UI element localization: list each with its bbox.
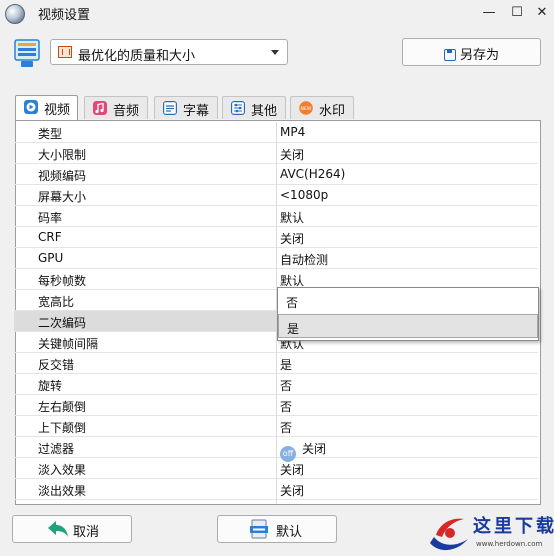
setting-value: 否 — [280, 379, 293, 393]
cancel-label: 取消 — [73, 525, 100, 540]
setting-value: 关闭 — [280, 484, 305, 498]
setting-value: MP4 — [280, 125, 306, 139]
save-icon — [443, 49, 456, 61]
watermark-logo: 这里下载 www.herdown.com — [426, 511, 554, 555]
music-icon — [93, 101, 107, 115]
setting-value: 关闭 — [280, 148, 305, 162]
setting-name: 上下颠倒 — [38, 421, 87, 435]
setting-value: AVC(H264) — [280, 167, 346, 181]
setting-name: 反交错 — [38, 358, 75, 372]
watermark-url: www.herdown.com — [476, 540, 543, 548]
setting-name: 视频编码 — [38, 169, 87, 183]
setting-name: 左右颠倒 — [38, 400, 87, 414]
setting-value: 默认 — [280, 211, 305, 225]
film-icon — [58, 46, 72, 58]
close-button[interactable]: ✕ — [530, 2, 554, 24]
setting-name: 类型 — [38, 127, 63, 141]
setting-name: 屏幕大小 — [38, 190, 87, 204]
chevron-down-icon — [271, 50, 279, 55]
setting-name: CRF — [38, 230, 62, 244]
setting-name: 淡出效果 — [38, 484, 87, 498]
tab-subtitle[interactable]: 字幕 — [154, 96, 218, 119]
subtitle-icon — [163, 101, 177, 115]
dropdown-option-no[interactable]: 否 — [278, 289, 538, 313]
setting-value: 关闭 — [280, 232, 305, 246]
setting-value: 否 — [280, 400, 293, 414]
tab-label: 其他 — [251, 104, 278, 119]
sliders-icon — [231, 101, 245, 115]
tab-label: 音频 — [113, 104, 140, 119]
watermark-title: 这里下载 — [473, 516, 554, 537]
setting-name: 码率 — [38, 211, 63, 225]
setting-value: 关闭 — [280, 463, 305, 477]
setting-name: 淡入效果 — [38, 463, 87, 477]
dropdown-option-yes[interactable]: 是 — [278, 314, 538, 338]
default-label: 默认 — [276, 525, 303, 540]
setting-value: <1080p — [280, 188, 329, 202]
setting-value: 关闭 — [302, 442, 327, 456]
setting-name: 旋转 — [38, 379, 63, 393]
setting-value: 是 — [280, 358, 293, 372]
save-as-button[interactable]: 另存为 — [402, 38, 541, 66]
tab-label: 水印 — [319, 104, 346, 119]
tab-video[interactable]: 视频 — [15, 95, 78, 120]
option-label: 否 — [286, 296, 299, 310]
maximize-button[interactable]: ☐ — [505, 2, 529, 24]
undo-arrow-icon — [48, 521, 68, 537]
preset-list-icon — [14, 39, 40, 67]
two-pass-dropdown-list: 否 是 — [277, 287, 539, 341]
video-icon — [24, 100, 38, 114]
tab-other[interactable]: 其他 — [222, 96, 286, 119]
save-as-label: 另存为 — [459, 48, 499, 63]
setting-name: 宽高比 — [38, 295, 75, 309]
setting-name: 大小限制 — [38, 148, 87, 162]
tab-watermark[interactable]: NEW 水印 — [290, 96, 354, 119]
window-title: 视频设置 — [38, 8, 91, 23]
tab-label: 视频 — [44, 103, 71, 118]
svg-text:NEW: NEW — [301, 106, 312, 112]
title-bar: 视频设置 — ☐ ✕ — [0, 0, 554, 26]
tab-label: 字幕 — [183, 104, 210, 119]
default-settings-icon — [250, 519, 268, 539]
new-badge-icon: NEW — [299, 101, 313, 115]
setting-name: 过滤器 — [38, 442, 75, 456]
tab-audio[interactable]: 音频 — [84, 96, 148, 119]
swoosh-logo-icon — [430, 518, 468, 551]
preset-value: 最优化的质量和大小 — [78, 49, 196, 64]
setting-name: 关键帧间隔 — [38, 337, 99, 351]
preset-select[interactable]: 最优化的质量和大小 — [50, 39, 288, 65]
default-button[interactable]: 默认 — [217, 515, 337, 543]
option-label: 是 — [287, 322, 300, 336]
setting-name: 每秒帧数 — [38, 274, 87, 288]
minimize-button[interactable]: — — [477, 2, 501, 24]
app-icon — [5, 4, 25, 24]
setting-value: 否 — [280, 421, 293, 435]
setting-name: 二次编码 — [38, 316, 87, 330]
setting-value: 自动检测 — [280, 253, 329, 267]
cancel-button[interactable]: 取消 — [12, 515, 132, 543]
setting-name: GPU — [38, 251, 64, 265]
